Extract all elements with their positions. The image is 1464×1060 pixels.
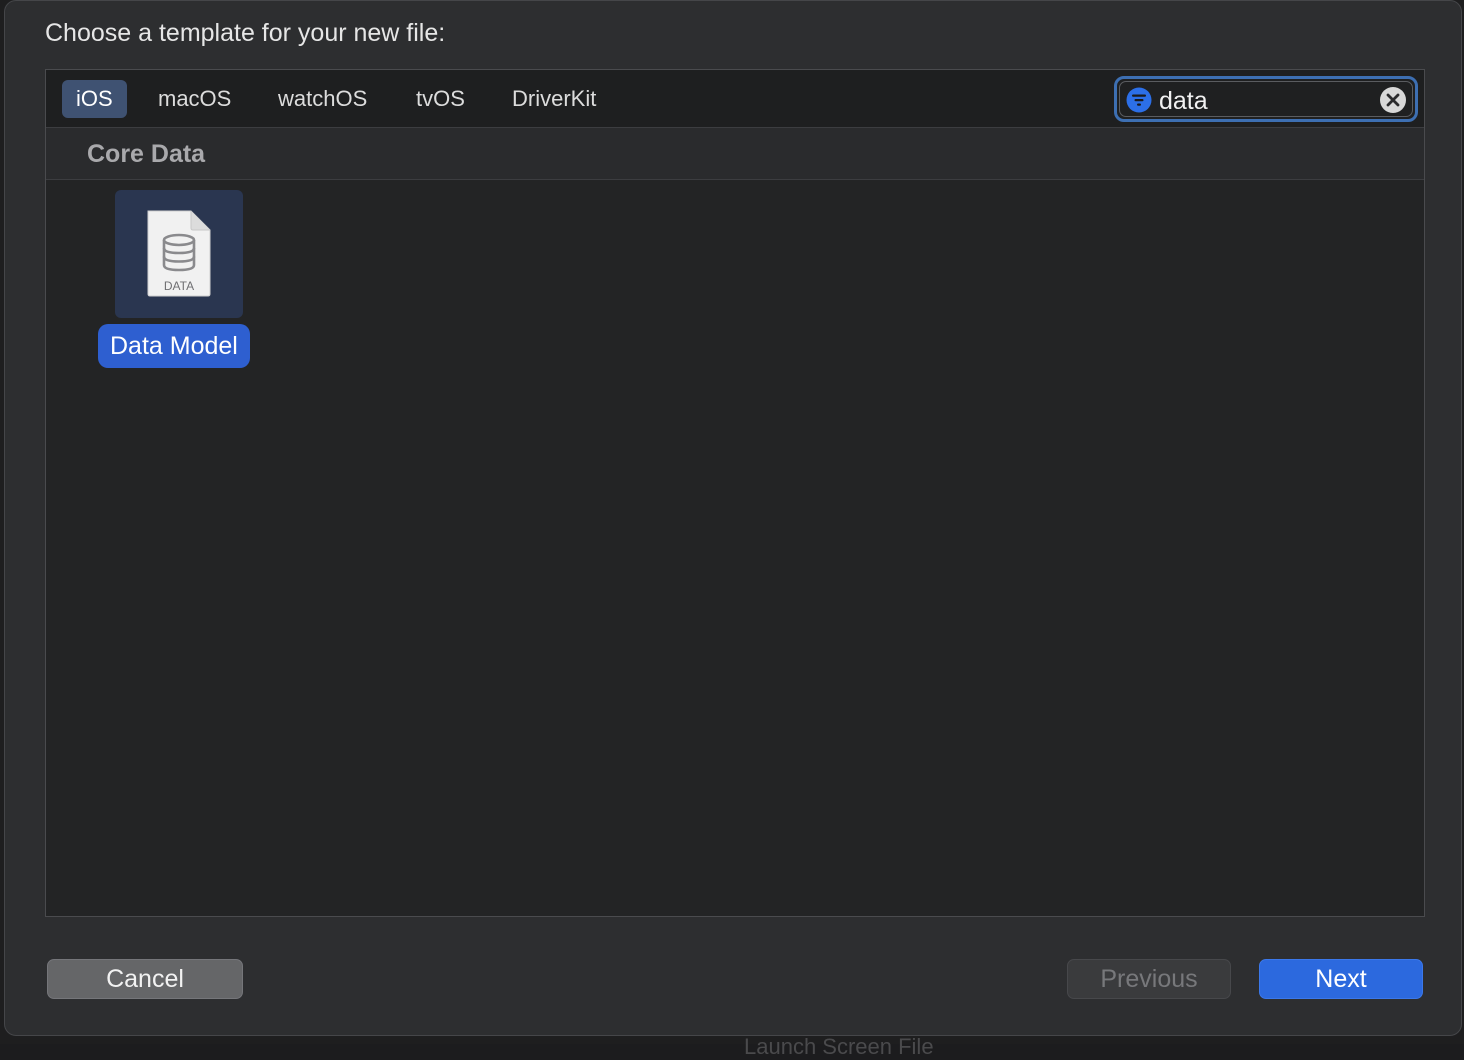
platform-tab-bar: iOS macOS watchOS tvOS DriverKit data <box>46 70 1424 128</box>
previous-button[interactable]: Previous <box>1067 959 1231 999</box>
tab-tvos[interactable]: tvOS <box>402 80 479 118</box>
filter-icon <box>1126 87 1152 113</box>
template-data-model[interactable]: DATA Data Model <box>96 188 264 370</box>
dialog-title: Choose a template for your new file: <box>45 19 446 47</box>
section-title: Core Data <box>87 140 206 168</box>
template-browser: iOS macOS watchOS tvOS DriverKit data Co… <box>45 69 1425 917</box>
search-input[interactable]: data <box>1159 86 1208 116</box>
template-filter-field[interactable]: data <box>1114 76 1418 122</box>
section-header: Core Data <box>46 128 1424 180</box>
icon-caption: DATA <box>163 279 195 293</box>
tab-watchos[interactable]: watchOS <box>264 80 381 118</box>
template-icon-highlight: DATA <box>115 190 243 318</box>
tab-driverkit[interactable]: DriverKit <box>498 80 610 118</box>
new-file-template-sheet: Choose a template for your new file: iOS… <box>4 0 1462 1036</box>
clear-icon[interactable] <box>1379 86 1407 114</box>
template-label: Data Model <box>98 324 250 368</box>
tab-ios[interactable]: iOS <box>62 80 127 118</box>
cancel-button[interactable]: Cancel <box>47 959 243 999</box>
tab-macos[interactable]: macOS <box>144 80 245 118</box>
next-button[interactable]: Next <box>1259 959 1423 999</box>
background-item-label: Launch Screen File <box>744 1034 934 1059</box>
